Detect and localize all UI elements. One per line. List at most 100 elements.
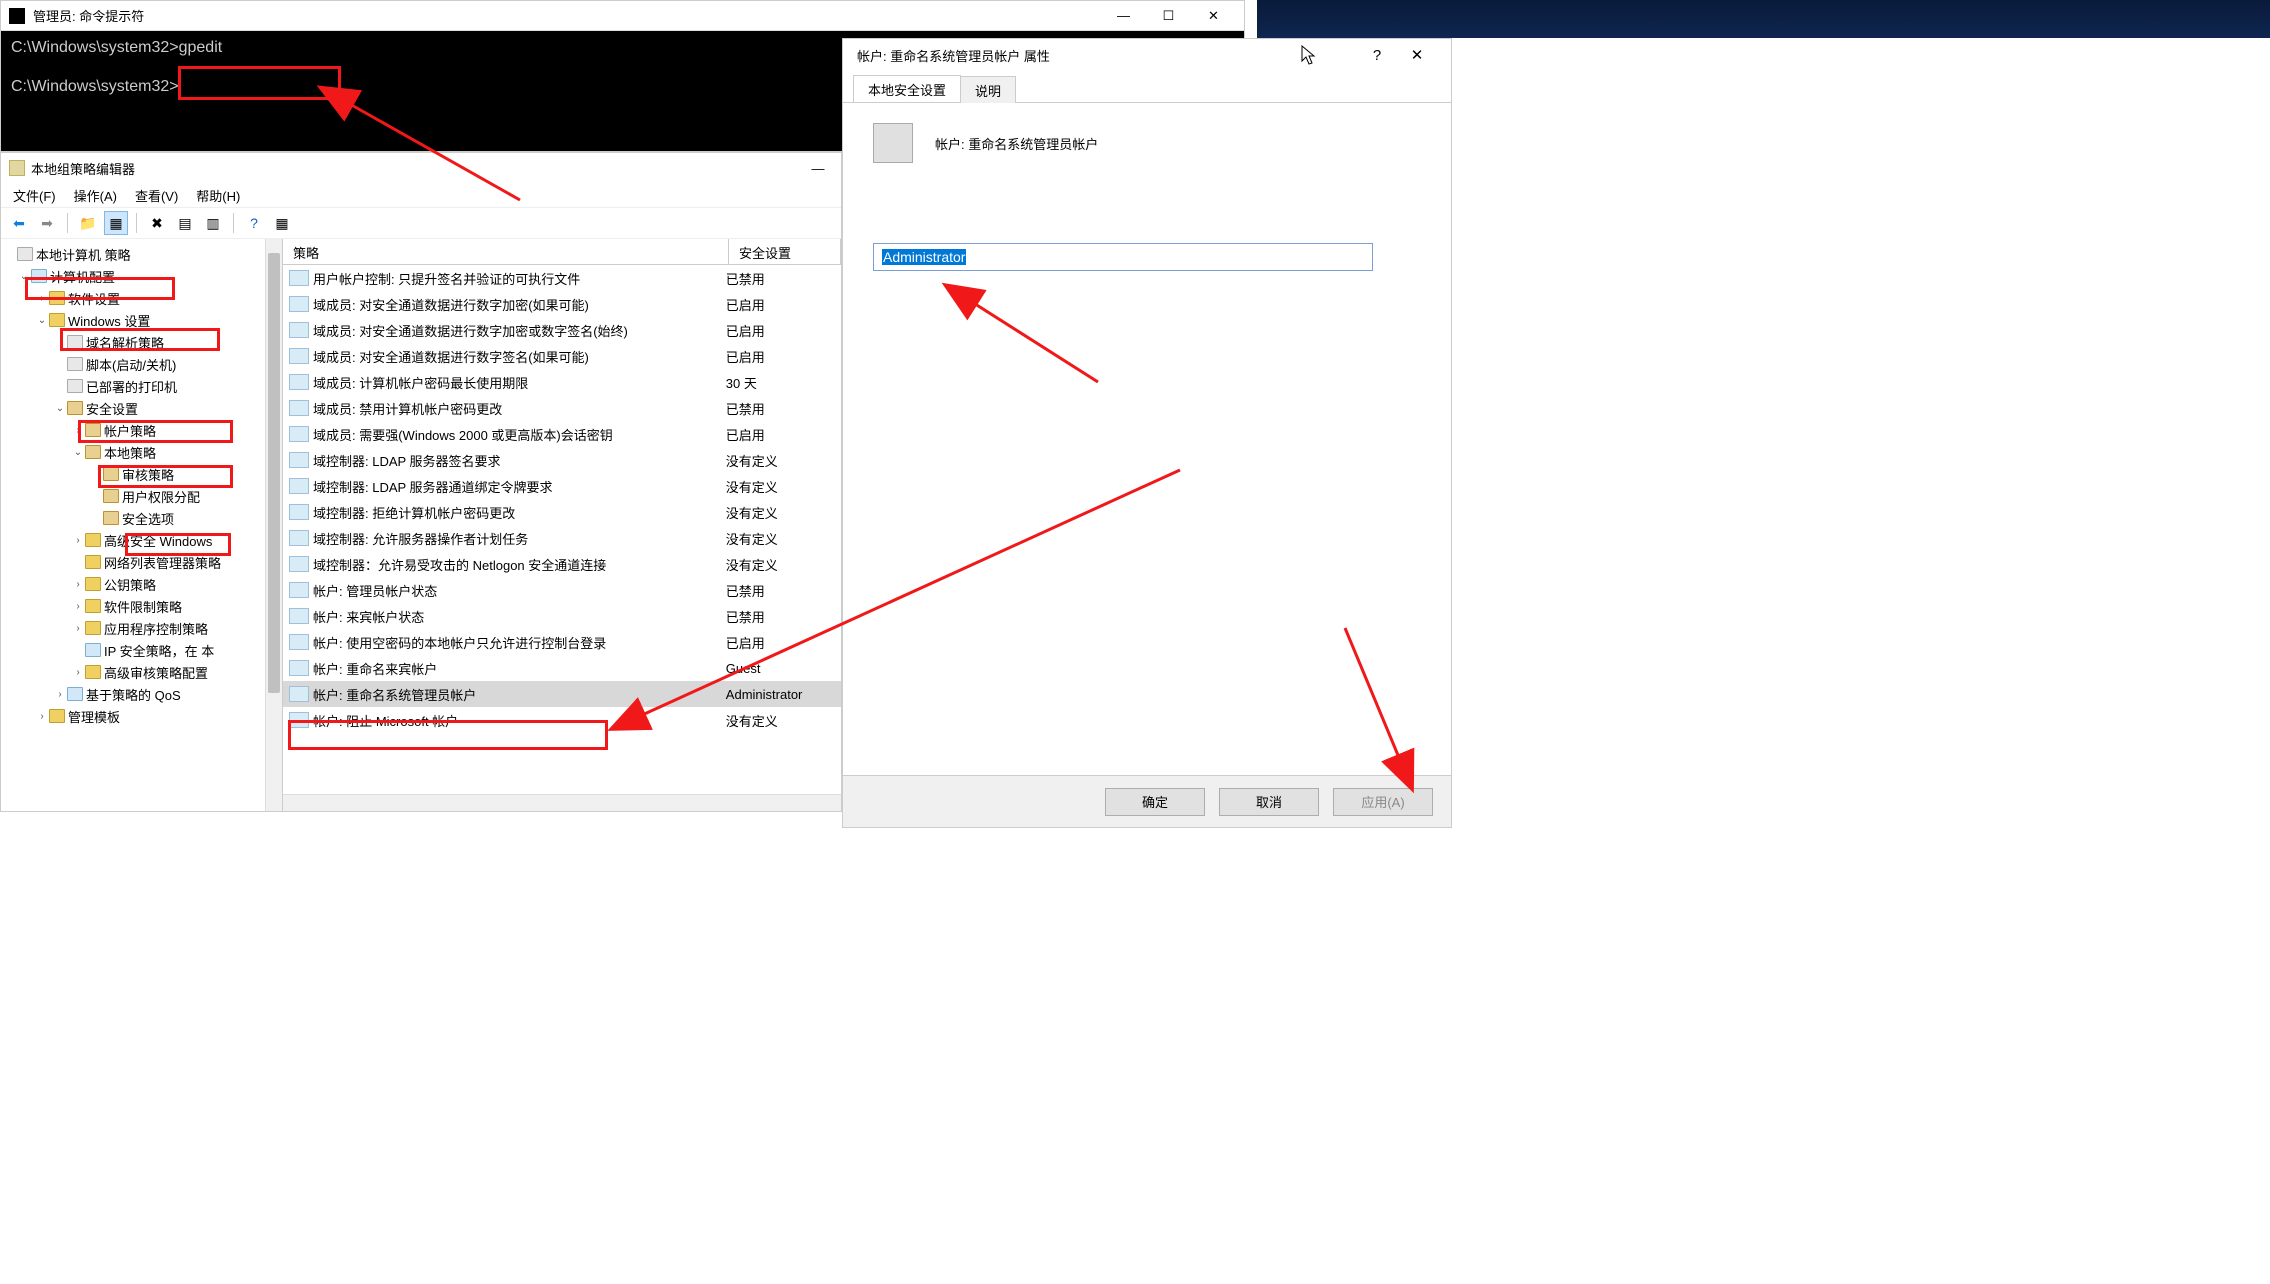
expand-icon[interactable]: ⌄ <box>17 271 31 282</box>
gpedit-tree[interactable]: 本地计算机 策略 ⌄ 计算机配置 › 软件设置 ⌄ Windows 设置 域名解析策略… <box>1 239 283 811</box>
policy-value: 已启用 <box>726 295 841 314</box>
close-button[interactable]: ✕ <box>1397 46 1437 64</box>
delete-button[interactable]: ✖ <box>145 211 169 235</box>
policy-row[interactable]: 域控制器: LDAP 服务器签名要求没有定义 <box>283 447 841 473</box>
tree-root[interactable]: 本地计算机 策略 <box>36 245 131 264</box>
tree-net-list-mgr[interactable]: 网络列表管理器策略 <box>104 553 221 572</box>
admin-name-input[interactable]: Administrator <box>873 243 1373 271</box>
tree-scripts[interactable]: 脚本(启动/关机) <box>86 355 176 374</box>
menu-file[interactable]: 文件(F) <box>13 186 56 205</box>
gpedit-list[interactable]: 策略 安全设置 用户帐户控制: 只提升签名并验证的可执行文件已禁用域成员: 对安… <box>283 239 841 811</box>
tree-name-resolution[interactable]: 域名解析策略 <box>86 333 164 352</box>
policy-item-icon <box>289 582 309 598</box>
policy-row[interactable]: 域成员: 对安全通道数据进行数字加密或数字签名(始终)已启用 <box>283 317 841 343</box>
tree-scrollbar[interactable] <box>265 239 282 811</box>
tree-ip-security[interactable]: IP 安全策略，在 本 <box>104 641 214 660</box>
tree-admin-templates[interactable]: 管理模板 <box>68 707 120 726</box>
policy-row[interactable]: 域成员: 对安全通道数据进行数字加密(如果可能)已启用 <box>283 291 841 317</box>
menu-view[interactable]: 查看(V) <box>135 186 178 205</box>
expand-icon[interactable]: › <box>71 667 85 678</box>
up-button[interactable]: 📁 <box>76 211 100 235</box>
policy-row[interactable]: 域控制器：允许易受攻击的 Netlogon 安全通道连接没有定义 <box>283 551 841 577</box>
policy-item-icon <box>289 270 309 286</box>
policy-value: 没有定义 <box>726 711 841 730</box>
close-button[interactable]: ✕ <box>1191 1 1236 31</box>
expand-icon[interactable]: › <box>71 535 85 546</box>
policy-item-icon <box>289 504 309 520</box>
tree-deployed-printers[interactable]: 已部署的打印机 <box>86 377 177 396</box>
policy-item-icon <box>289 530 309 546</box>
tree-adv-firewall[interactable]: 高级安全 Windows <box>104 531 212 550</box>
tree-security-settings[interactable]: 安全设置 <box>86 399 138 418</box>
tree-windows-settings[interactable]: Windows 设置 <box>68 311 150 330</box>
policy-name: 域成员: 对安全通道数据进行数字加密或数字签名(始终) <box>313 321 726 340</box>
filter-button[interactable]: ▦ <box>270 211 294 235</box>
policy-row[interactable]: 域控制器: 拒绝计算机帐户密码更改没有定义 <box>283 499 841 525</box>
expand-icon[interactable]: › <box>35 711 49 722</box>
policy-row[interactable]: 帐户: 来宾帐户状态已禁用 <box>283 603 841 629</box>
cancel-button[interactable]: 取消 <box>1219 788 1319 816</box>
policy-row[interactable]: 域成员: 禁用计算机帐户密码更改已禁用 <box>283 395 841 421</box>
apply-button[interactable]: 应用(A) <box>1333 788 1433 816</box>
policy-row[interactable]: 域成员: 需要强(Windows 2000 或更高版本)会话密钥已启用 <box>283 421 841 447</box>
tree-user-rights[interactable]: 用户权限分配 <box>122 487 200 506</box>
col-header-setting[interactable]: 安全设置 <box>729 239 841 264</box>
tree-app-control[interactable]: 应用程序控制策略 <box>104 619 208 638</box>
tree-adv-audit[interactable]: 高级审核策略配置 <box>104 663 208 682</box>
policy-row[interactable]: 帐户: 重命名来宾帐户Guest <box>283 655 841 681</box>
policy-row[interactable]: 用户帐户控制: 只提升签名并验证的可执行文件已禁用 <box>283 265 841 291</box>
tree-qos[interactable]: 基于策略的 QoS <box>86 685 181 704</box>
policy-name: 域成员: 对安全通道数据进行数字加密(如果可能) <box>313 295 726 314</box>
policy-row[interactable]: 域控制器: 允许服务器操作者计划任务没有定义 <box>283 525 841 551</box>
policy-item-icon <box>289 374 309 390</box>
help-button[interactable]: ? <box>242 211 266 235</box>
expand-icon[interactable]: ⌄ <box>53 403 67 414</box>
folder-icon <box>85 621 101 635</box>
tab-local-security[interactable]: 本地安全设置 <box>853 75 961 102</box>
policy-row[interactable]: 帐户: 管理员帐户状态已禁用 <box>283 577 841 603</box>
expand-icon[interactable]: › <box>71 425 85 436</box>
col-header-policy[interactable]: 策略 <box>283 239 729 264</box>
maximize-button[interactable]: ☐ <box>1146 1 1191 31</box>
tab-explain[interactable]: 说明 <box>960 76 1016 103</box>
policy-value: 没有定义 <box>726 529 841 548</box>
back-button[interactable]: ⬅ <box>7 211 31 235</box>
policy-item-icon <box>289 322 309 338</box>
expand-icon[interactable]: › <box>35 293 49 304</box>
expand-icon[interactable]: › <box>71 579 85 590</box>
policy-row[interactable]: 域控制器: LDAP 服务器通道绑定令牌要求没有定义 <box>283 473 841 499</box>
expand-icon[interactable]: › <box>53 689 67 700</box>
export-button[interactable]: ▥ <box>201 211 225 235</box>
gpedit-minimize-button[interactable]: — <box>803 161 833 176</box>
policy-row[interactable]: 域成员: 对安全通道数据进行数字签名(如果可能)已启用 <box>283 343 841 369</box>
policy-row[interactable]: 域成员: 计算机帐户密码最长使用期限30 天 <box>283 369 841 395</box>
policy-row[interactable]: 帐户: 重命名系统管理员帐户Administrator <box>283 681 841 707</box>
policy-row[interactable]: 帐户: 阻止 Microsoft 帐户没有定义 <box>283 707 841 733</box>
gpedit-titlebar[interactable]: 本地组策略编辑器 — <box>1 153 841 183</box>
policy-row[interactable]: 帐户: 使用空密码的本地帐户只允许进行控制台登录已启用 <box>283 629 841 655</box>
tree-computer-config[interactable]: 计算机配置 <box>50 267 115 286</box>
list-scrollbar-h[interactable] <box>283 794 841 811</box>
tree-security-options[interactable]: 安全选项 <box>122 509 174 528</box>
expand-icon[interactable]: › <box>71 623 85 634</box>
ok-button[interactable]: 确定 <box>1105 788 1205 816</box>
tree-pubkey-policies[interactable]: 公钥策略 <box>104 575 156 594</box>
cmd-titlebar[interactable]: 管理员: 命令提示符 — ☐ ✕ <box>1 1 1244 31</box>
minimize-button[interactable]: — <box>1101 1 1146 31</box>
tree-sw-restrict[interactable]: 软件限制策略 <box>104 597 182 616</box>
tree-audit-policy[interactable]: 审核策略 <box>122 465 174 484</box>
menu-help[interactable]: 帮助(H) <box>196 186 240 205</box>
expand-icon[interactable]: ⌄ <box>71 447 85 458</box>
tree-account-policies[interactable]: 帐户策略 <box>104 421 156 440</box>
properties-button[interactable]: ▤ <box>173 211 197 235</box>
gpedit-list-header: 策略 安全设置 <box>283 239 841 265</box>
menu-action[interactable]: 操作(A) <box>74 186 117 205</box>
forward-button[interactable]: ➡ <box>35 211 59 235</box>
tree-software-settings[interactable]: 软件设置 <box>68 289 120 308</box>
help-button[interactable]: ? <box>1357 47 1397 64</box>
properties-titlebar[interactable]: 帐户: 重命名系统管理员帐户 属性 ? ✕ <box>843 39 1451 71</box>
expand-icon[interactable]: › <box>71 601 85 612</box>
tree-local-policies[interactable]: 本地策略 <box>104 443 156 462</box>
show-hide-tree-button[interactable]: ▦ <box>104 211 128 235</box>
expand-icon[interactable]: ⌄ <box>35 315 49 326</box>
